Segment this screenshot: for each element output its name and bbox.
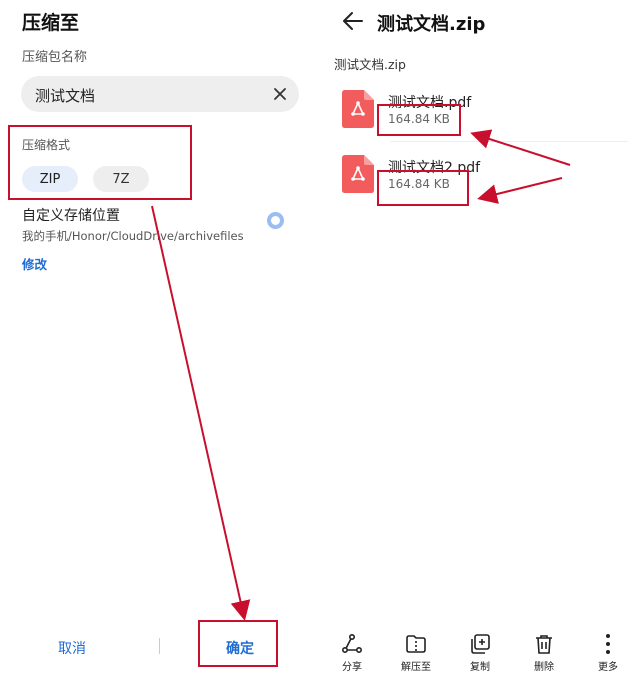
- delete-label: 删除: [534, 662, 554, 673]
- delete-button[interactable]: 删除: [514, 632, 574, 673]
- custom-location-radio[interactable]: [267, 212, 284, 229]
- more-icon: [606, 634, 610, 654]
- package-name-value[interactable]: 测试文档: [35, 85, 95, 106]
- more-label: 更多: [598, 662, 618, 673]
- format-chip-zip[interactable]: ZIP: [22, 166, 78, 192]
- custom-location-path: 我的手机/Honor/CloudDrive/archivefiles: [22, 229, 244, 243]
- extract-icon: [406, 635, 426, 653]
- format-label: 压缩格式: [22, 138, 71, 152]
- package-name-input[interactable]: 测试文档: [21, 76, 299, 112]
- delete-icon: [536, 635, 552, 654]
- file-name: 测试文档.pdf: [388, 95, 472, 111]
- edit-location-link[interactable]: 修改: [22, 254, 47, 273]
- compress-dialog: 压缩至 压缩包名称 测试文档 压缩格式 ZIP 7Z 自定义存储位置 我的手机/…: [0, 0, 316, 676]
- copy-button[interactable]: 复制: [450, 632, 510, 673]
- clear-icon[interactable]: [271, 85, 289, 103]
- package-name-label: 压缩包名称: [22, 50, 88, 65]
- breadcrumb[interactable]: 测试文档.zip: [334, 54, 406, 73]
- share-icon: [341, 633, 362, 654]
- share-label: 分享: [342, 662, 362, 673]
- custom-location-title: 自定义存储位置: [22, 208, 120, 224]
- more-button[interactable]: 更多: [578, 632, 638, 673]
- pdf-file-icon: [342, 90, 374, 128]
- archive-view: 测试文档.zip 测试文档.zip 测试文档.pdf 164.84 KB 测试文…: [320, 0, 640, 676]
- file-size: 164.84 KB: [388, 112, 450, 126]
- file-name: 测试文档2.pdf: [388, 160, 481, 176]
- copy-label: 复制: [470, 662, 490, 673]
- button-divider: [159, 638, 160, 654]
- extract-button[interactable]: 解压至: [386, 632, 446, 673]
- pdf-file-icon: [342, 155, 374, 193]
- row-divider: [390, 141, 628, 142]
- extract-label: 解压至: [401, 662, 431, 673]
- share-button[interactable]: 分享: [322, 632, 382, 673]
- back-arrow-icon[interactable]: [342, 11, 364, 31]
- format-chip-7z[interactable]: 7Z: [93, 166, 149, 192]
- cancel-button[interactable]: 取消: [58, 638, 86, 658]
- dialog-title: 压缩至: [22, 12, 80, 34]
- file-row[interactable]: 测试文档2.pdf 164.84 KB: [342, 155, 632, 199]
- archive-title: 测试文档.zip: [377, 14, 486, 35]
- file-row[interactable]: 测试文档.pdf 164.84 KB: [342, 90, 632, 134]
- file-size: 164.84 KB: [388, 177, 450, 191]
- copy-icon: [471, 634, 490, 654]
- confirm-button[interactable]: 确定: [226, 638, 254, 658]
